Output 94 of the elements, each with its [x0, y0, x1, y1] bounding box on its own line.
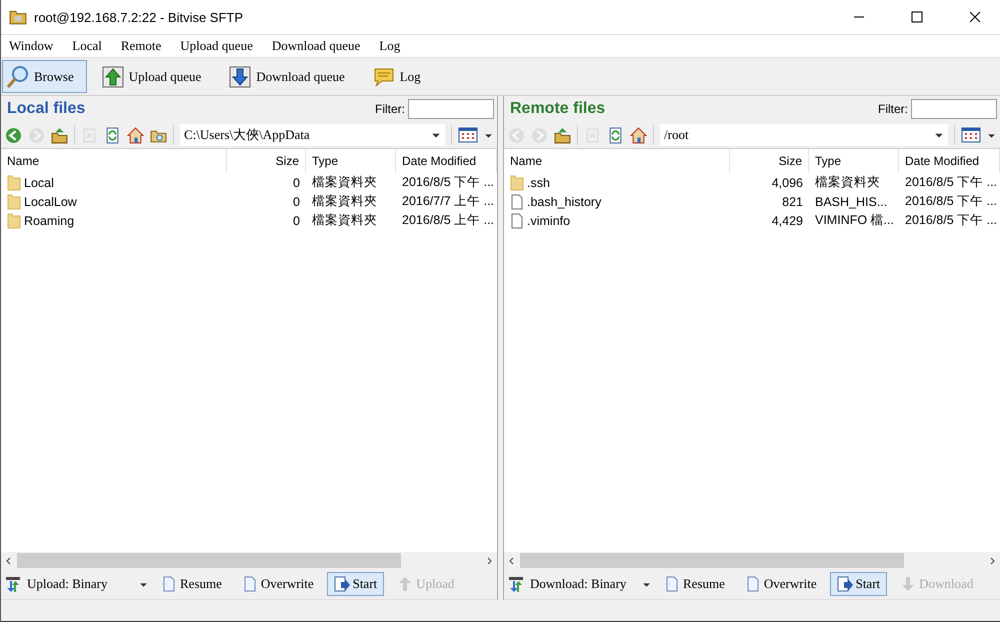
- panel-title: Remote files: [510, 100, 606, 118]
- up-icon[interactable]: [554, 126, 571, 144]
- file-name[interactable]: Roaming: [24, 214, 74, 228]
- file-name[interactable]: .ssh: [527, 176, 550, 190]
- filter-label: Filter:: [878, 102, 908, 116]
- file-size: 0: [292, 194, 301, 208]
- toolbar-button[interactable]: Download queue: [224, 60, 358, 93]
- file-name[interactable]: Local: [24, 176, 54, 190]
- file-date: 2016/8/5 下午 ...: [904, 193, 998, 210]
- magnifier-icon: [6, 64, 30, 88]
- file-name[interactable]: .viminfo: [527, 214, 570, 228]
- menu-item[interactable]: Log: [379, 38, 400, 54]
- file-name[interactable]: .bash_history: [527, 194, 602, 208]
- transfer-mode-icon: [5, 576, 21, 592]
- scroll-left-icon[interactable]: [5, 556, 13, 564]
- refresh-icon[interactable]: [607, 126, 624, 144]
- folder-icon: [7, 174, 21, 190]
- close-icon[interactable]: [969, 11, 981, 23]
- file-size: 821: [781, 194, 804, 208]
- window-title: root@192.168.7.2:22 - Bitvise SFTP: [34, 10, 244, 24]
- scroll-left-icon[interactable]: [508, 556, 516, 564]
- filter-label: Filter:: [375, 102, 405, 116]
- home-icon[interactable]: [630, 126, 647, 144]
- file-type: VIMINFO 檔...: [814, 212, 895, 229]
- up-arrow-icon: [397, 576, 414, 592]
- file-date: 2016/8/5 下午 ...: [904, 212, 998, 229]
- toolbar-button[interactable]: Browse: [2, 60, 87, 93]
- transfer-mode-dropdown[interactable]: Download: Binary: [530, 576, 636, 592]
- toolbar-button[interactable]: Log: [368, 60, 434, 93]
- back-icon[interactable]: [5, 126, 22, 144]
- file-size: 0: [292, 176, 301, 190]
- file-size: 4,429: [770, 214, 804, 228]
- file-name[interactable]: LocalLow: [24, 194, 77, 208]
- file-size: 4,096: [770, 176, 804, 190]
- column-header[interactable]: Size: [730, 149, 809, 173]
- file-type: 檔案資料夾: [311, 193, 378, 210]
- file-icon: [510, 212, 524, 228]
- document-icon: [161, 576, 177, 592]
- maximize-icon[interactable]: [911, 11, 923, 23]
- menu-item[interactable]: Remote: [120, 38, 162, 54]
- transfer-mode-icon: [508, 576, 524, 592]
- column-header[interactable]: Name: [1, 149, 227, 173]
- menu-item[interactable]: Download queue: [272, 38, 360, 54]
- transfer-button[interactable]: Start: [326, 572, 384, 596]
- scroll-right-icon[interactable]: [485, 556, 493, 564]
- file-date: 2016/7/7 上午 ...: [401, 193, 496, 210]
- file-date: 2016/8/5 下午 ...: [904, 174, 998, 191]
- column-header[interactable]: Type: [809, 149, 899, 173]
- file-date: 2016/8/5 下午 ...: [401, 174, 496, 191]
- file-icon: [510, 194, 524, 210]
- transfer-mode-dropdown[interactable]: Upload: Binary: [27, 576, 133, 592]
- scroll-thumb[interactable]: [17, 553, 401, 568]
- scroll-thumb[interactable]: [520, 553, 904, 568]
- folder-icon: [7, 212, 21, 228]
- transfer-button[interactable]: Start: [830, 572, 888, 596]
- file-type: 檔案資料夾: [311, 212, 378, 229]
- file-type: 檔案資料夾: [311, 174, 378, 191]
- filter-field[interactable]: [408, 99, 494, 119]
- column-header[interactable]: Date Modified: [396, 149, 497, 173]
- panel-title: Local files: [7, 100, 86, 118]
- column-header[interactable]: Date Modified: [899, 149, 1000, 173]
- start-icon: [334, 576, 350, 592]
- transfer-button[interactable]: Resume: [657, 572, 732, 596]
- file-type: BASH_HIS...: [814, 194, 888, 208]
- view-grid-icon[interactable]: [458, 127, 478, 143]
- path-field[interactable]: /root: [660, 124, 948, 146]
- folder-icon: [510, 174, 524, 190]
- view-grid-icon[interactable]: [961, 127, 981, 143]
- scroll-right-icon[interactable]: [988, 556, 996, 564]
- document-icon: [664, 576, 680, 592]
- column-header[interactable]: Size: [227, 149, 306, 173]
- document-icon: [744, 576, 761, 592]
- file-date: 2016/8/5 上午 ...: [401, 212, 496, 229]
- down-arrow-icon: [900, 576, 916, 592]
- filter-field[interactable]: [911, 99, 997, 119]
- transfer-button[interactable]: Overwrite: [738, 572, 824, 596]
- path-field[interactable]: C:\Users\大俠\AppData: [180, 124, 445, 146]
- file-type: 檔案資料夾: [814, 174, 881, 191]
- folder-icon: [7, 194, 21, 210]
- document-icon: [242, 576, 258, 592]
- menu-item[interactable]: Window: [9, 38, 54, 54]
- column-header[interactable]: Name: [504, 149, 730, 173]
- start-icon: [836, 576, 853, 592]
- menu-item[interactable]: Local: [72, 38, 102, 54]
- transfer-button[interactable]: Resume: [154, 572, 229, 596]
- transfer-button[interactable]: Overwrite: [234, 572, 321, 596]
- refresh-icon[interactable]: [104, 126, 121, 144]
- up-icon[interactable]: [51, 126, 68, 144]
- column-header[interactable]: Type: [306, 149, 396, 173]
- home-icon[interactable]: [127, 126, 144, 144]
- menu-item[interactable]: Upload queue: [180, 38, 253, 54]
- file-size: 0: [292, 214, 301, 228]
- folder-app-icon: [9, 8, 27, 26]
- toolbar-button[interactable]: Upload queue: [96, 60, 214, 93]
